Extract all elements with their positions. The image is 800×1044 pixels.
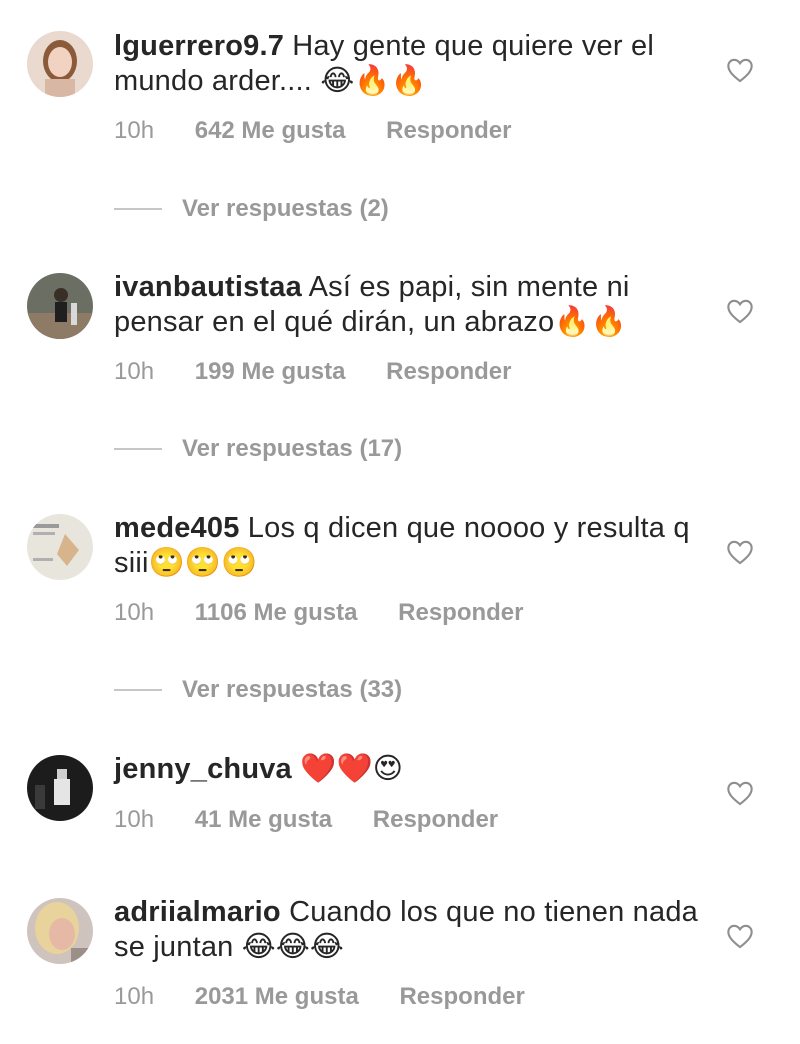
comment-likes[interactable]: 1106 Me gusta bbox=[195, 599, 358, 626]
comment-meta: 10h 2031 Me gusta Responder bbox=[114, 983, 559, 1011]
view-replies-label[interactable]: Ver respuestas (17) bbox=[182, 435, 402, 463]
comment-likes[interactable]: 642 Me gusta bbox=[195, 117, 346, 144]
comment-time: 10h bbox=[114, 599, 155, 626]
reply-button[interactable]: Responder bbox=[399, 983, 524, 1010]
replies-divider bbox=[114, 689, 162, 691]
comment-username[interactable]: lguerrero9.7 bbox=[114, 30, 284, 62]
comment-username[interactable]: mede405 bbox=[114, 512, 240, 544]
comment-meta: 10h 41 Me gusta Responder bbox=[114, 806, 532, 834]
comment-meta: 10h 1106 Me gusta Responder bbox=[114, 599, 558, 627]
heart-outline-icon[interactable] bbox=[726, 539, 754, 565]
comment-text: mede405 Los q dicen que noooo y resulta … bbox=[114, 511, 704, 581]
reply-button[interactable]: Responder bbox=[373, 806, 498, 833]
replies-divider bbox=[114, 208, 162, 210]
heart-outline-icon[interactable] bbox=[726, 923, 754, 949]
heart-outline-icon[interactable] bbox=[726, 780, 754, 806]
view-replies-label[interactable]: Ver respuestas (2) bbox=[182, 195, 389, 223]
avatar[interactable] bbox=[27, 273, 93, 339]
heart-outline-icon[interactable] bbox=[726, 298, 754, 324]
view-replies[interactable]: Ver respuestas (2) bbox=[114, 194, 389, 224]
view-replies[interactable]: Ver respuestas (33) bbox=[114, 675, 402, 705]
avatar[interactable] bbox=[27, 898, 93, 964]
avatar[interactable] bbox=[27, 31, 93, 97]
comment-username[interactable]: jenny_chuva bbox=[114, 753, 292, 785]
comment-likes[interactable]: 199 Me gusta bbox=[195, 358, 346, 385]
comment-likes[interactable]: 41 Me gusta bbox=[195, 806, 332, 833]
comment-text: adriialmario Cuando los que no tienen na… bbox=[114, 895, 704, 965]
reply-button[interactable]: Responder bbox=[398, 599, 523, 626]
replies-divider bbox=[114, 448, 162, 450]
comment-time: 10h bbox=[114, 806, 155, 833]
comment-time: 10h bbox=[114, 117, 155, 144]
comment-meta: 10h 199 Me gusta Responder bbox=[114, 358, 545, 386]
view-replies-label[interactable]: Ver respuestas (33) bbox=[182, 676, 402, 704]
avatar[interactable] bbox=[27, 514, 93, 580]
avatar[interactable] bbox=[27, 755, 93, 821]
view-replies[interactable]: Ver respuestas (17) bbox=[114, 434, 402, 464]
comment-username[interactable]: ivanbautistaa bbox=[114, 271, 302, 303]
comment-username[interactable]: adriialmario bbox=[114, 896, 281, 928]
comment-text: lguerrero9.7 Hay gente que quiere ver el… bbox=[114, 29, 704, 99]
comment-body: ❤️❤️😍 bbox=[291, 753, 404, 785]
comment-meta: 10h 642 Me gusta Responder bbox=[114, 117, 545, 145]
comment-text: ivanbautistaa Así es papi, sin mente ni … bbox=[114, 270, 704, 340]
comment-likes[interactable]: 2031 Me gusta bbox=[195, 983, 359, 1010]
reply-button[interactable]: Responder bbox=[386, 117, 511, 144]
reply-button[interactable]: Responder bbox=[386, 358, 511, 385]
comment-time: 10h bbox=[114, 358, 155, 385]
heart-outline-icon[interactable] bbox=[726, 57, 754, 83]
comment-time: 10h bbox=[114, 983, 155, 1010]
comment-text: jenny_chuva ❤️❤️😍 bbox=[114, 752, 704, 787]
